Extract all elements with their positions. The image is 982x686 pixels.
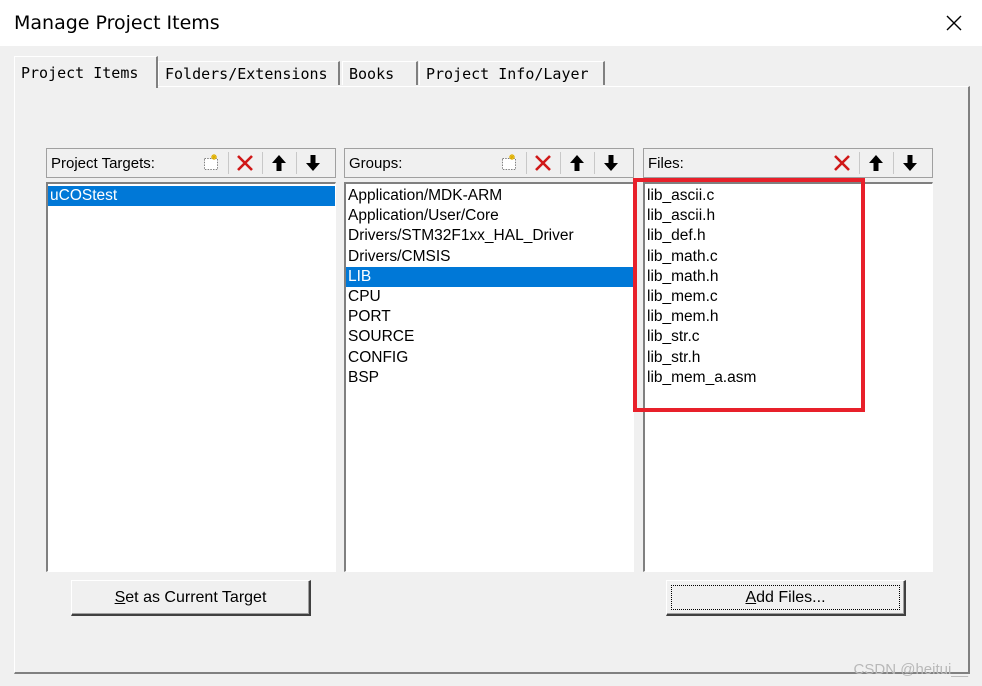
move-file-up-button[interactable] [862, 150, 890, 176]
list-item[interactable]: LIB [346, 266, 633, 287]
delete-target-button[interactable] [231, 150, 259, 176]
move-target-down-button[interactable] [299, 150, 327, 176]
list-item[interactable]: uCOStest [48, 186, 335, 207]
arrow-down-icon [306, 155, 320, 171]
arrow-up-icon [272, 155, 286, 171]
list-item[interactable]: SOURCE [346, 327, 633, 347]
tab-project-info-layer[interactable]: Project Info/Layer [419, 61, 605, 85]
delete-icon [834, 155, 850, 171]
list-item[interactable]: lib_math.c [645, 247, 932, 267]
tab-label: Project Info/Layer [426, 64, 589, 83]
list-item[interactable]: Drivers/STM32F1xx_HAL_Driver [346, 226, 633, 246]
list-item[interactable]: lib_ascii.c [645, 186, 932, 206]
project-targets-header: Project Targets: [46, 148, 336, 178]
list-item[interactable]: lib_def.h [645, 226, 932, 246]
project-targets-list[interactable]: uCOStest [46, 182, 336, 572]
arrow-down-icon [903, 155, 917, 171]
list-item[interactable]: lib_str.c [645, 327, 932, 347]
move-group-up-button[interactable] [563, 150, 591, 176]
tab-folders-extensions[interactable]: Folders/Extensions [158, 61, 340, 85]
list-item[interactable]: BSP [346, 368, 633, 388]
button-label-rest: et as Current Target [125, 588, 267, 606]
delete-icon [237, 155, 253, 171]
add-files-button[interactable]: Add Files... [666, 580, 906, 616]
list-item[interactable]: lib_mem.h [645, 307, 932, 327]
button-label: Set as Current Target [115, 589, 267, 607]
list-item[interactable]: Application/User/Core [346, 206, 633, 226]
groups-list[interactable]: Application/MDK-ARM Application/User/Cor… [344, 182, 634, 572]
tab-books[interactable]: Books [342, 61, 418, 85]
arrow-down-icon [604, 155, 618, 171]
move-file-down-button[interactable] [896, 150, 924, 176]
tab-project-items[interactable]: Project Items [14, 56, 158, 88]
files-list[interactable]: lib_ascii.c lib_ascii.h lib_def.h lib_ma… [643, 182, 933, 572]
list-item[interactable]: lib_str.h [645, 348, 932, 368]
tab-label: Project Items [21, 63, 139, 82]
new-target-button[interactable] [197, 150, 225, 176]
list-item[interactable]: PORT [346, 307, 633, 327]
window-title: Manage Project Items [14, 12, 220, 34]
arrow-up-icon [570, 155, 584, 171]
move-group-down-button[interactable] [597, 150, 625, 176]
files-label: Files: [648, 155, 684, 172]
list-item[interactable]: Drivers/CMSIS [346, 247, 633, 267]
groups-header: Groups: [344, 148, 634, 178]
tab-label: Books [349, 64, 395, 83]
tab-label: Folders/Extensions [165, 64, 328, 83]
new-item-icon [204, 154, 218, 170]
delete-file-button[interactable] [828, 150, 856, 176]
project-targets-label: Project Targets: [51, 155, 155, 172]
list-item[interactable]: Application/MDK-ARM [346, 186, 633, 206]
list-item[interactable]: lib_ascii.h [645, 206, 932, 226]
title-bar: Manage Project Items [0, 0, 982, 46]
new-item-icon [502, 154, 516, 170]
files-header: Files: [643, 148, 933, 178]
close-icon [946, 15, 962, 31]
mnemonic: S [114, 588, 126, 606]
list-item[interactable]: lib_mem_a.asm [645, 368, 932, 388]
list-item[interactable]: CONFIG [346, 348, 633, 368]
new-group-button[interactable] [495, 150, 523, 176]
delete-icon [535, 155, 551, 171]
set-current-target-button[interactable]: Set as Current Target [71, 580, 311, 616]
list-item[interactable]: lib_mem.c [645, 287, 932, 307]
groups-label: Groups: [349, 155, 403, 172]
list-item[interactable]: CPU [346, 287, 633, 307]
arrow-up-icon [869, 155, 883, 171]
delete-group-button[interactable] [529, 150, 557, 176]
list-item[interactable]: lib_math.h [645, 267, 932, 287]
watermark: CSDN @heitui__ [853, 661, 968, 678]
move-target-up-button[interactable] [265, 150, 293, 176]
close-button[interactable] [932, 4, 976, 42]
